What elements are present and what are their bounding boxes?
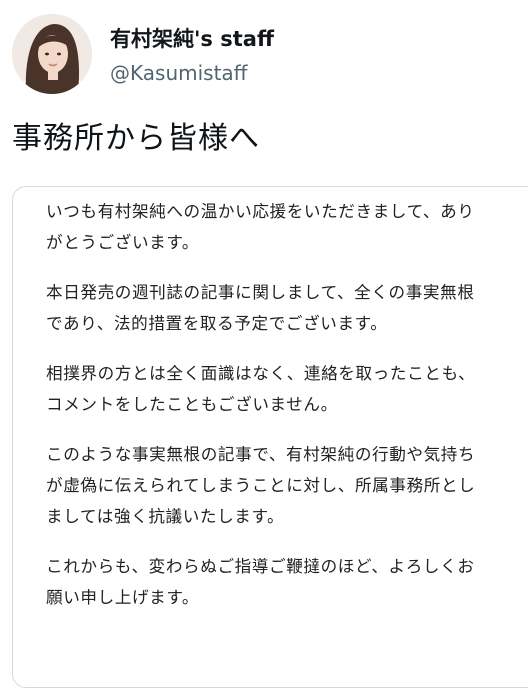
tweet-header: 有村架純's staff @Kasumistaff [0,0,528,112]
profile-photo-icon [12,14,92,94]
tweet-text: 事務所から皆様へ [12,121,260,156]
notice-line: コメントをしたこともございません。 [46,395,338,414]
notice-line: が虚偽に伝えられてしまうことに対し、所属事務所とし [46,476,476,495]
notice-line: であり、法的措置を取る予定でございます。 [46,314,388,333]
notice-paragraph: 本日発売の週刊誌の記事に関しまして、全くの事実無根 であり、法的措置を取る予定で… [46,277,528,339]
notice-line: がとうございます。 [46,233,200,252]
notice-line: このような事実無根の記事で、有村架純の行動や気持ち [46,445,476,464]
notice-paragraph: いつも有村架純への温かい応援をいただきまして、あり がとうございます。 [46,196,528,258]
avatar[interactable] [12,14,92,94]
notice-paragraph: このような事実無根の記事で、有村架純の行動や気持ち が虚偽に伝えられてしまうこと… [46,439,528,532]
notice-line: いつも有村架純への温かい応援をいただきまして、あり [46,202,475,221]
display-name[interactable]: 有村架純's staff [110,26,274,52]
notice-paragraph: これからも、変わらぬご指導ご鞭撻のほど、よろしくお 願い申し上げます。 [46,551,528,613]
notice-line: 本日発売の週刊誌の記事に関しまして、全くの事実無根 [46,283,475,302]
notice-line: 願い申し上げます。 [46,588,200,607]
user-handle[interactable]: @Kasumistaff [110,60,247,86]
notice-line: ましては強く抗議いたします。 [46,507,285,526]
notice-text: いつも有村架純への温かい応援をいただきまして、あり がとうございます。 本日発売… [46,196,528,632]
notice-line: これからも、変わらぬご指導ご鞭撻のほど、よろしくお [46,557,475,576]
notice-line: 相撲界の方とは全く面識はなく、連絡を取ったことも、 [46,364,476,383]
notice-paragraph: 相撲界の方とは全く面識はなく、連絡を取ったことも、 コメントをしたこともございま… [46,358,528,420]
